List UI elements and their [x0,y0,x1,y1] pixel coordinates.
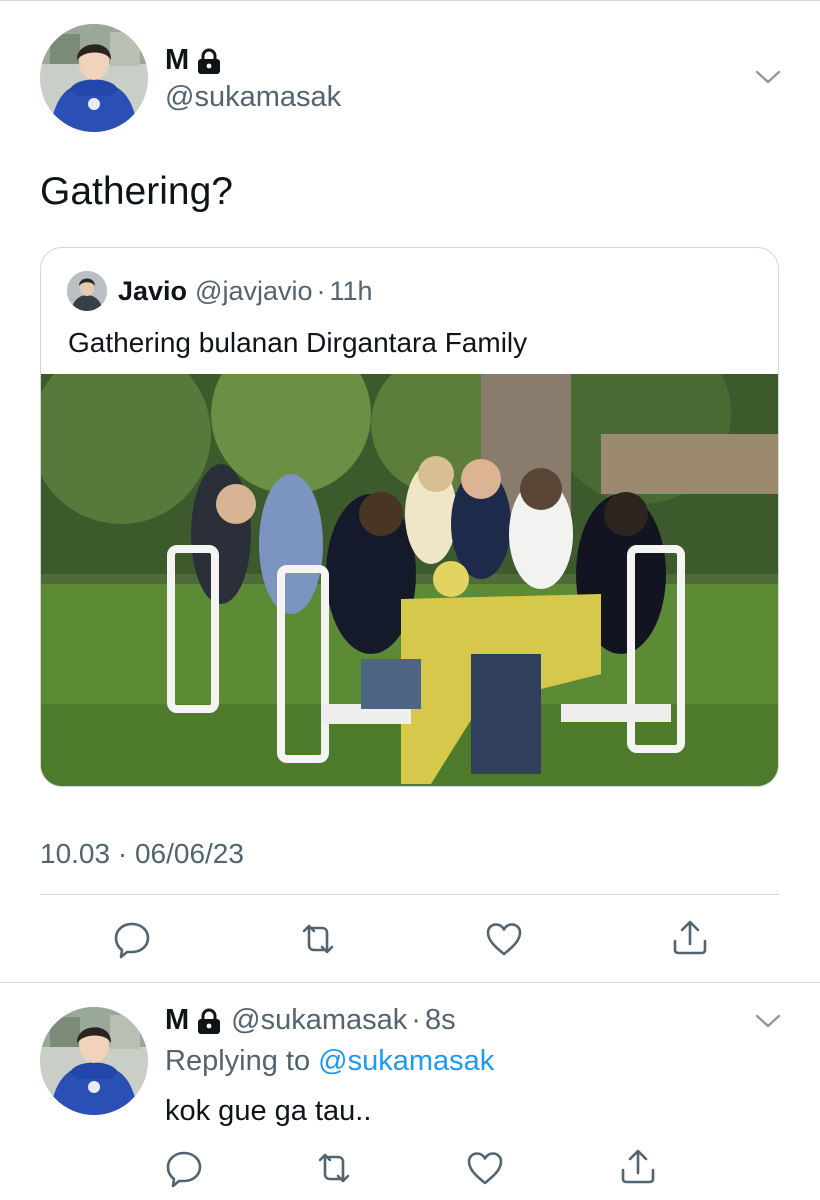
tweet-text: Gathering? [40,170,233,213]
reply-time: 8s [424,1004,456,1036]
quoted-text: Gathering bulanan Dirgantara Family [68,327,528,358]
quoted-photo[interactable] [41,374,778,786]
divider [0,982,820,983]
author-avatar[interactable] [40,24,148,132]
quoted-separator: · [316,276,326,306]
reply-author-handle[interactable]: @sukamasak [231,1004,407,1037]
comment-icon[interactable] [164,1148,204,1188]
retweet-icon[interactable] [314,1148,354,1188]
quoted-author-name: Javio [118,276,188,306]
replying-to-handle-link[interactable]: @sukamasak [318,1045,494,1077]
lock-icon [195,47,223,75]
quoted-tweet[interactable]: Javio @javjavio · 11h Gathering bulanan Dir… [40,247,779,787]
author-name[interactable]: M [165,44,189,77]
quoted-author-handle: @javjavio [195,276,313,306]
replying-to: Replying to @sukamasak [165,1045,494,1078]
chevron-down-icon[interactable] [755,1013,781,1029]
heart-icon[interactable] [465,1148,505,1188]
top-divider [0,0,820,1]
retweet-icon[interactable] [298,919,338,959]
comment-icon[interactable] [112,919,152,959]
author-handle[interactable]: @sukamasak [165,81,341,114]
author-row: M [165,44,223,77]
share-icon[interactable] [618,1146,658,1186]
reply-text: kok gue ga tau.. [165,1095,372,1127]
reply-author-name[interactable]: M [165,1004,189,1037]
heart-icon[interactable] [484,919,524,959]
lock-icon [195,1007,223,1035]
reply-separator: · [411,1004,421,1036]
tweet-timestamp[interactable]: 10.03 · 06/06/23 [40,838,244,870]
reply-header: M @sukamasak · 8s [165,1004,456,1037]
chevron-down-icon[interactable] [755,69,781,85]
share-icon[interactable] [670,917,710,957]
quoted-header: Javio @javjavio · 11h [118,276,373,307]
quoted-time: 11h [329,276,373,306]
quoted-author-avatar [67,271,107,311]
divider [40,894,780,895]
reply-author-avatar[interactable] [40,1007,148,1115]
replying-to-label: Replying to [165,1045,311,1077]
